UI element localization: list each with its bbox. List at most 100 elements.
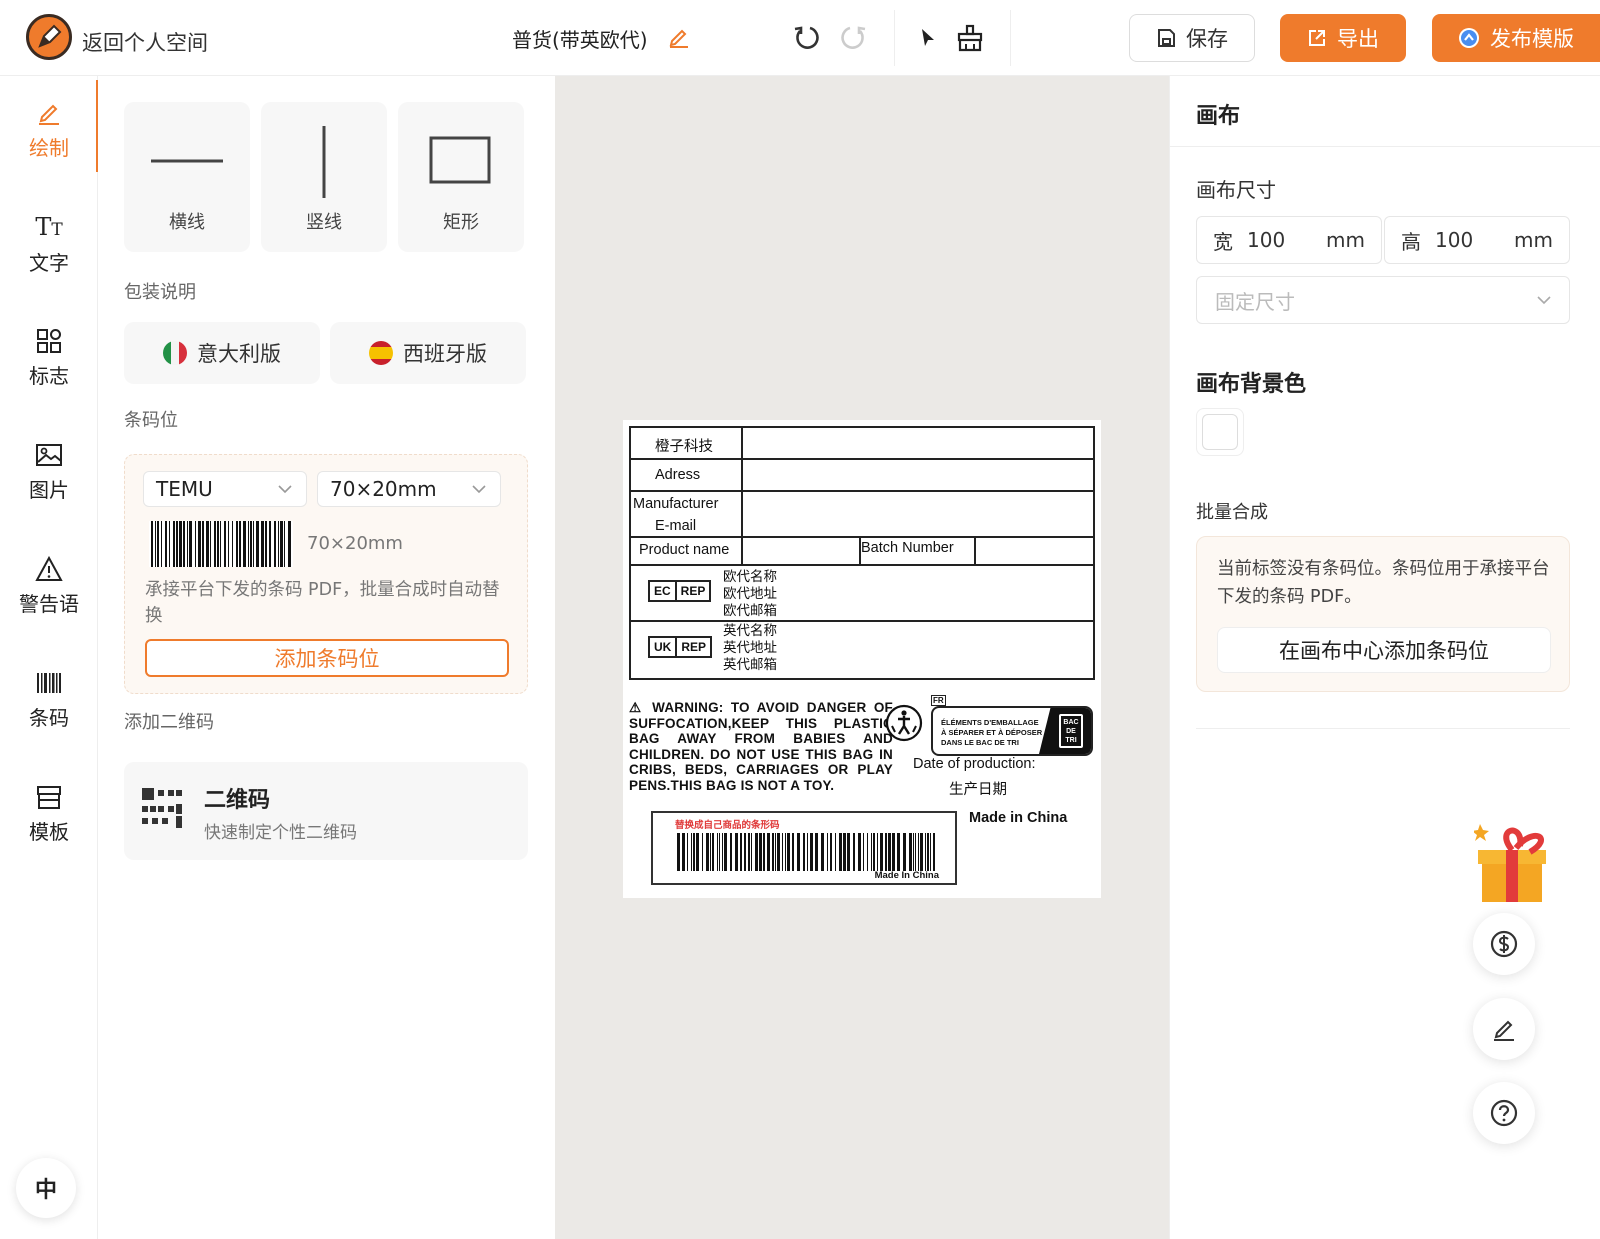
batch-number-label[interactable]: Batch Number — [861, 540, 954, 556]
fixed-size-select[interactable]: 固定尺寸 — [1196, 276, 1570, 324]
back-to-space-link[interactable]: 返回个人空间 — [82, 27, 208, 57]
nav-template-label: 模板 — [29, 819, 69, 844]
barcode-bar — [903, 833, 906, 871]
export-button[interactable]: 导出 — [1280, 14, 1406, 62]
help-button[interactable] — [1473, 1082, 1535, 1144]
barcode-bar — [677, 833, 680, 871]
save-button[interactable]: 保存 — [1129, 14, 1255, 62]
undo-icon[interactable] — [790, 22, 822, 54]
publish-label: 发布模版 — [1490, 27, 1574, 51]
eu-rep-lines[interactable]: 欧代名称 欧代地址 欧代邮箱 — [723, 568, 777, 619]
barcode-bar — [217, 521, 219, 567]
canvas-area[interactable]: 橙子科技 Adress Manufacturer E-mail Product … — [555, 76, 1169, 1239]
redo-icon[interactable] — [838, 22, 870, 54]
feedback-edit-button[interactable] — [1473, 998, 1535, 1060]
shape-label: 竖线 — [306, 212, 342, 233]
barcode-bar — [847, 833, 850, 871]
shape-horizontal-line[interactable]: 横线 — [124, 102, 250, 252]
uk-rep-symbol[interactable]: UK REP — [648, 636, 713, 658]
edit-title-icon[interactable] — [668, 26, 690, 52]
panel-divider — [1170, 146, 1600, 147]
barcode-bar — [239, 521, 241, 567]
nav-draw[interactable]: 绘制 — [0, 80, 99, 180]
label-barcode-box[interactable]: 替换成自己商品的条形码 Made In China — [651, 811, 957, 885]
table-rule — [974, 536, 976, 566]
company-name[interactable]: 橙子科技 — [655, 435, 713, 456]
barcode-bar — [830, 833, 832, 871]
toolbar-divider — [894, 10, 895, 66]
ec-rep-symbol[interactable]: EC REP — [648, 580, 712, 602]
gift-icon[interactable] — [1474, 818, 1564, 908]
address-label[interactable]: Adress — [655, 467, 700, 483]
nav-warning[interactable]: 警告语 — [0, 536, 98, 636]
product-name-label[interactable]: Product name — [639, 542, 729, 558]
triman-recycling-icon[interactable] — [885, 704, 923, 742]
uk-rep-lines[interactable]: 英代名称 英代地址 英代邮箱 — [723, 622, 777, 673]
french-sorting-info-box[interactable]: ÉLÉMENTS D'EMBALLAGE À SÉPARER ET À DÉPO… — [931, 706, 1093, 756]
clear-brush-icon[interactable] — [954, 22, 986, 54]
date-of-production-label[interactable]: Date of production: — [913, 756, 1036, 772]
publish-template-button[interactable]: 发布模版 — [1432, 14, 1600, 62]
nav-text[interactable]: TT 文字 — [0, 194, 98, 294]
canvas-height-field[interactable]: 高 100 mm — [1384, 216, 1570, 264]
barcode-bar — [913, 833, 914, 871]
packaging-italy-button[interactable]: 意大利版 — [124, 322, 320, 384]
barcode-preview-size: 70×20mm — [307, 533, 403, 554]
document-title[interactable]: 普货(带英欧代) — [512, 24, 648, 53]
barcode-bar — [717, 833, 718, 871]
barcode-bar — [261, 521, 264, 567]
width-prefix: 宽 — [1213, 229, 1233, 254]
tool-panel: 横线 竖线 矩形 包装说明 意大利版 西班牙版 条码位 TEMU 70×20mm… — [98, 76, 555, 1239]
canvas-height-value[interactable]: 100 — [1435, 228, 1514, 252]
chevron-down-icon — [278, 485, 292, 494]
barcode-bar — [792, 833, 794, 871]
barcode-size-select[interactable]: 70×20mm — [317, 471, 501, 507]
canvas-width-value[interactable]: 100 — [1247, 228, 1326, 252]
barcode-bar — [224, 521, 226, 567]
height-prefix: 高 — [1401, 229, 1421, 254]
nav-image[interactable]: 图片 — [0, 422, 98, 522]
upload-circle-icon — [1459, 28, 1479, 48]
label-canvas[interactable]: 橙子科技 Adress Manufacturer E-mail Product … — [623, 420, 1101, 898]
nav-logo-label: 标志 — [29, 363, 69, 388]
production-date-cn[interactable]: 生产日期 — [949, 778, 1007, 799]
export-label: 导出 — [1337, 27, 1379, 51]
barcode-bar — [202, 521, 204, 567]
shape-label: 横线 — [169, 212, 205, 233]
qr-code-card[interactable]: 二维码 快速制定个性二维码 — [124, 762, 528, 860]
barcode-bar — [787, 833, 790, 871]
manufacturer-label[interactable]: Manufacturer — [633, 496, 718, 512]
add-barcode-center-button[interactable]: 在画布中心添加条码位 — [1217, 627, 1551, 673]
nav-barcode[interactable]: 条码 — [0, 650, 98, 750]
packaging-spain-button[interactable]: 西班牙版 — [330, 322, 526, 384]
email-label[interactable]: E-mail — [655, 518, 696, 534]
barcode-bar — [265, 521, 267, 567]
made-in-china-text[interactable]: Made in China — [969, 810, 1067, 826]
canvas-width-field[interactable]: 宽 100 mm — [1196, 216, 1382, 264]
barcode-bar — [933, 833, 935, 871]
barcode-bar — [871, 833, 872, 871]
barcode-bar — [785, 833, 786, 871]
question-icon — [1490, 1099, 1518, 1127]
barcode-bar — [161, 521, 162, 567]
barcode-made-in-china: Made In China — [874, 870, 939, 881]
nav-template[interactable]: 模板 — [0, 764, 98, 864]
suffocation-warning-text[interactable]: ⚠ WARNING: TO AVOID DANGER OF SUFFOCATIO… — [629, 700, 893, 793]
barcode-bar — [730, 833, 732, 871]
app-logo[interactable] — [26, 14, 72, 60]
barcode-bar — [853, 833, 855, 871]
language-toggle-button[interactable]: 中 — [16, 1158, 76, 1218]
bg-color-picker[interactable] — [1196, 408, 1244, 456]
nav-logo[interactable]: 标志 — [0, 308, 98, 408]
add-barcode-slot-button[interactable]: 添加条码位 — [145, 639, 509, 677]
shape-rectangle[interactable]: 矩形 — [398, 102, 524, 252]
shape-vertical-line[interactable]: 竖线 — [261, 102, 387, 252]
platform-select[interactable]: TEMU — [143, 471, 307, 507]
table-rule — [631, 536, 1093, 538]
height-unit: mm — [1514, 228, 1553, 252]
select-pointer-icon[interactable] — [912, 22, 944, 54]
uk-rep-email: 英代邮箱 — [723, 657, 777, 672]
label-info-table[interactable]: 橙子科技 Adress Manufacturer E-mail Product … — [629, 426, 1095, 680]
barcode-bar — [821, 833, 824, 871]
pricing-button[interactable] — [1473, 913, 1535, 975]
